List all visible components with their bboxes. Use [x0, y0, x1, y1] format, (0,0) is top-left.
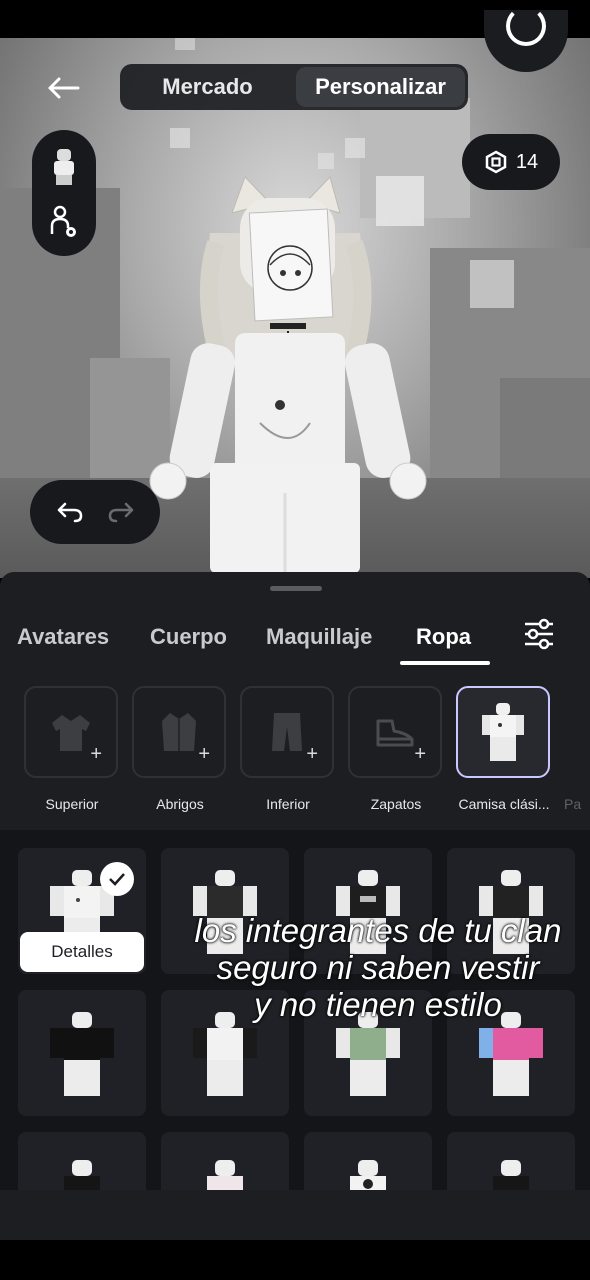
scene-cube: [470, 260, 514, 308]
scene-cube: [175, 38, 195, 50]
details-button[interactable]: Detalles: [20, 932, 144, 972]
redo-icon[interactable]: [107, 500, 135, 524]
shoe-icon: [376, 719, 414, 747]
mode-switcher: Mercado Personalizar: [120, 64, 468, 110]
clothing-categories: + Superior + Abrigos + Inferior + Zapato…: [0, 684, 590, 834]
back-button[interactable]: [40, 68, 86, 108]
jacket-icon: [52, 715, 90, 751]
item-thumbnail: [50, 1012, 114, 1096]
add-icon: +: [198, 743, 210, 765]
video-caption-overlay: los integrantes de tu clan seguro ni sab…: [180, 912, 576, 1023]
scene-cube: [318, 153, 334, 169]
category-tile: +: [132, 686, 226, 778]
filter-button[interactable]: [522, 618, 560, 658]
add-icon: +: [414, 743, 426, 765]
sheet-footer: [0, 1190, 590, 1240]
scene-cube: [170, 128, 190, 148]
scene-cube: [345, 138, 365, 158]
classic-shirt-thumbnail: [482, 703, 524, 761]
robux-icon: [485, 150, 507, 174]
pants-icon: [272, 713, 302, 751]
add-icon: +: [306, 743, 318, 765]
category-label: Zapatos: [370, 796, 422, 812]
sliders-icon: [525, 618, 553, 650]
category-inferior[interactable]: + Inferior: [240, 686, 336, 812]
tab-personalizar[interactable]: Personalizar: [296, 67, 465, 107]
customize-sheet: Avatares Cuerpo Maquillaje Ropa + Superi…: [0, 572, 590, 1240]
category-superior[interactable]: + Superior: [24, 686, 120, 812]
active-tab-indicator: [400, 661, 490, 665]
category-abrigos[interactable]: + Abrigos: [132, 686, 228, 812]
tab-mercado[interactable]: Mercado: [123, 67, 292, 107]
tab-ropa[interactable]: Ropa: [416, 624, 471, 650]
caption-line: los integrantes de tu clan: [194, 912, 562, 949]
navigation-bar: [0, 1240, 590, 1280]
arrow-left-icon: [48, 77, 80, 99]
category-tabs: Avatares Cuerpo Maquillaje Ropa: [0, 618, 590, 668]
sheet-drag-handle[interactable]: [270, 586, 322, 591]
checkmark-icon: [100, 862, 134, 896]
category-label: Pa: [564, 796, 582, 812]
category-label: Superior: [45, 796, 99, 812]
record-ring-icon: [506, 6, 546, 46]
avatar-settings-icon[interactable]: [48, 204, 80, 240]
tab-cuerpo[interactable]: Cuerpo: [150, 624, 227, 650]
category-label: Camisa clási...: [458, 796, 550, 812]
category-label: Inferior: [266, 796, 310, 812]
category-tile: +: [240, 686, 334, 778]
avatar-thumbnail-icon[interactable]: [49, 147, 79, 187]
avatar-tools-panel: [32, 130, 96, 256]
undo-icon[interactable]: [56, 500, 84, 524]
category-partial[interactable]: Pa: [564, 686, 590, 812]
caption-line: y no tienen estilo: [254, 986, 502, 1023]
caption-line: seguro ni saben vestir: [216, 949, 540, 986]
category-tile-selected: [456, 686, 550, 778]
category-camisa-clasica[interactable]: Camisa clási...: [456, 686, 552, 812]
tab-avatares[interactable]: Avatares: [17, 624, 109, 650]
coat-icon: [162, 713, 196, 751]
add-icon: +: [90, 743, 102, 765]
undo-redo-controls: [30, 480, 160, 544]
tab-maquillaje[interactable]: Maquillaje: [266, 624, 372, 650]
category-tile: +: [24, 686, 118, 778]
scene-block: [500, 378, 590, 488]
robux-count: 14: [515, 150, 539, 173]
category-zapatos[interactable]: + Zapatos: [348, 686, 444, 812]
avatar-model[interactable]: [140, 173, 430, 573]
category-label: Abrigos: [156, 796, 204, 812]
category-tile: +: [348, 686, 442, 778]
item-tile[interactable]: [18, 990, 146, 1116]
robux-balance[interactable]: 14: [462, 134, 560, 190]
